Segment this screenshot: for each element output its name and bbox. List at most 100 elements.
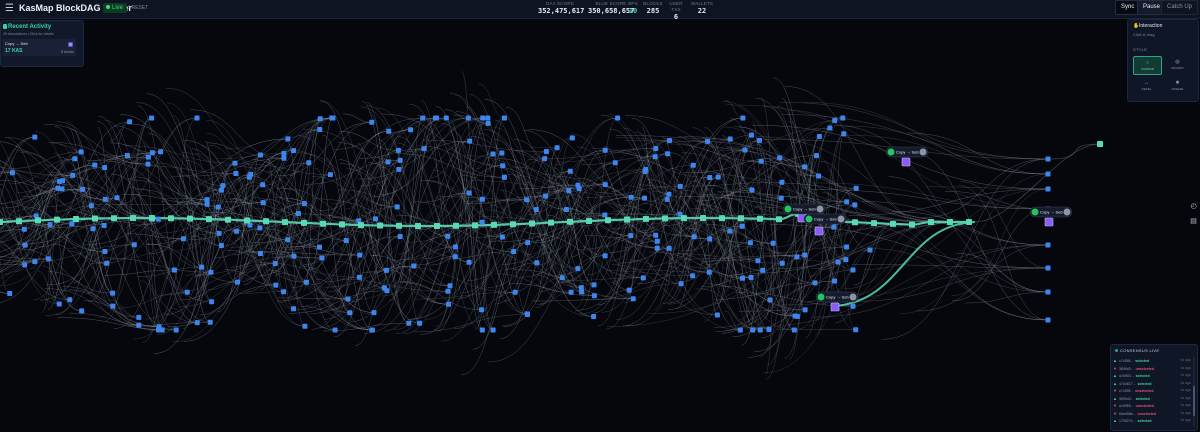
chain-block[interactable] [472,222,478,229]
dag-block[interactable] [566,188,572,194]
dag-block[interactable] [208,269,214,275]
dag-block[interactable] [443,115,449,121]
mode-magnet-button[interactable]: ◎ MAGNET [1164,56,1191,73]
dag-block[interactable] [204,201,210,207]
dag-block[interactable] [9,170,15,176]
dag-block[interactable] [579,289,585,295]
dag-block[interactable] [542,156,548,162]
dag-block[interactable] [1045,265,1051,271]
dag-block[interactable] [850,267,856,273]
dag-block[interactable] [22,242,28,248]
chain-block[interactable] [605,217,611,224]
dag-block[interactable] [356,274,362,280]
consensus-row[interactable]: ▲ 1739274... selected 0s ago [1113,417,1191,425]
consensus-row[interactable]: ▲ a1f4f03... selected 0s ago [1113,372,1191,380]
dag-block[interactable] [554,145,560,151]
chain-block[interactable] [73,216,79,222]
consensus-row[interactable]: ▲ c7c398... selected 0s ago [1113,357,1191,365]
chain-block[interactable] [643,215,649,222]
dag-block[interactable] [1045,289,1051,295]
dag-block[interactable] [1045,156,1051,162]
dag-block[interactable] [285,136,291,142]
dag-block[interactable] [406,320,412,326]
dag-block[interactable] [215,204,221,210]
chain-block[interactable] [377,222,383,229]
dag-block[interactable] [395,147,401,153]
consensus-row[interactable]: ▲ 47d4617... selected 0s ago [1113,380,1191,388]
dag-block[interactable] [779,179,785,185]
dag-block[interactable] [512,289,518,295]
dag-block[interactable] [652,154,658,160]
dag-block[interactable] [747,240,753,246]
chain-block[interactable] [320,220,326,227]
dag-block[interactable] [727,136,733,142]
dag-block[interactable] [21,226,27,232]
dag-block[interactable] [567,168,573,174]
chain-block[interactable] [263,218,269,225]
dag-block[interactable] [666,245,672,251]
dag-block[interactable] [260,200,266,206]
dag-block[interactable] [612,160,618,166]
chain-block[interactable] [339,221,345,228]
dag-block[interactable] [347,310,353,316]
dag-block[interactable] [386,128,392,134]
dag-block[interactable] [667,138,672,143]
dag-block[interactable] [171,267,177,273]
dag-block[interactable] [750,327,756,333]
dag-block[interactable] [184,289,190,295]
dag-block[interactable] [499,234,505,240]
dag-block[interactable] [329,115,335,121]
consensus-row[interactable]: ▼ a1f0f55... unselected 0s ago [1113,402,1191,410]
dag-block[interactable] [110,303,116,309]
dag-block[interactable] [867,247,873,253]
dag-block[interactable] [194,115,200,121]
chain-block[interactable] [225,216,231,223]
dag-block[interactable] [272,261,278,266]
tx-marker[interactable]: Copy → Seb [1029,206,1073,227]
dag-block[interactable] [127,119,133,125]
dag-block[interactable] [90,226,96,232]
dag-block[interactable] [291,148,297,154]
dag-block[interactable] [235,279,240,285]
dag-block[interactable] [149,115,155,121]
dag-block[interactable] [691,234,697,240]
dag-block[interactable] [749,132,754,138]
dag-block[interactable] [145,161,151,167]
dag-block[interactable] [131,242,137,248]
dag-block[interactable] [345,296,351,302]
dag-block[interactable] [7,291,13,296]
dag-block[interactable] [654,245,660,251]
dag-block[interactable] [827,125,833,131]
chain-block[interactable] [491,221,497,228]
dag-block[interactable] [559,275,565,281]
blockdag-canvas[interactable]: Copy → SebCopy → SebCopy → SebCopy → Seb… [0,0,1200,432]
dag-block[interactable] [306,160,312,166]
dag-block[interactable] [479,307,485,313]
dag-block[interactable] [317,244,322,250]
dag-block[interactable] [446,301,451,307]
dag-block[interactable] [602,182,608,188]
dag-block[interactable] [291,306,297,312]
chain-block[interactable] [567,218,573,225]
dag-block[interactable] [383,267,389,273]
dag-block[interactable] [760,267,766,273]
dag-block[interactable] [480,115,486,121]
consensus-row[interactable]: ▼ 3f0f9d3... unselected 0s ago [1113,365,1191,373]
dag-block[interactable] [218,243,224,248]
dag-block[interactable] [479,219,485,225]
dag-block[interactable] [852,202,858,208]
dag-block[interactable] [1045,242,1051,248]
dag-block[interactable] [447,283,453,289]
consensus-row[interactable]: ▼ 8da498a... unselected 0s ago [1113,410,1191,418]
dag-block[interactable] [615,115,621,121]
dag-block[interactable] [534,260,540,266]
dag-block[interactable] [779,260,785,266]
dag-block[interactable] [835,259,841,265]
dag-block[interactable] [853,327,859,333]
dag-block[interactable] [452,244,458,250]
dag-block[interactable] [56,301,62,307]
chain-block[interactable] [586,218,592,224]
dag-block[interactable] [831,224,837,230]
dag-block[interactable] [465,115,471,121]
dag-block[interactable] [47,222,53,228]
